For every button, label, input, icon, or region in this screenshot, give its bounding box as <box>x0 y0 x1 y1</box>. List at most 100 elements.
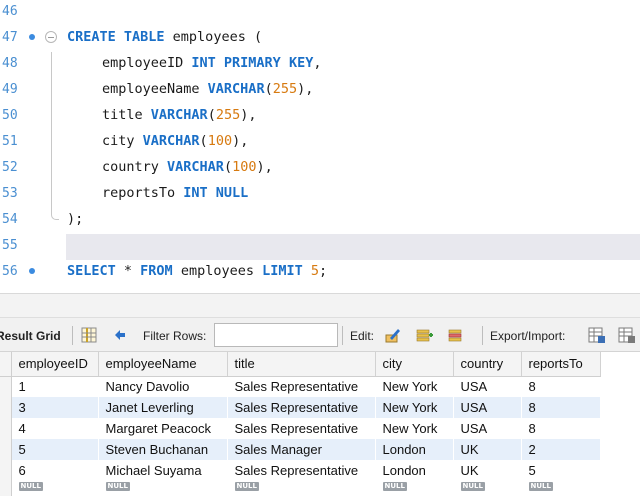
statement-marker-icon <box>29 268 35 274</box>
column-header-employeeName[interactable]: employeeName <box>98 352 228 377</box>
table-cell[interactable]: 3 <box>11 397 99 418</box>
editor-line[interactable]: 47 CREATE TABLE employees ( <box>0 26 640 52</box>
table-row[interactable]: 3 Janet Leverling Sales Representative New … <box>0 397 601 418</box>
table-row[interactable]: 5 Steven Buchanan Sales Manager London UK 2 <box>0 439 601 460</box>
column-header-employeeID[interactable]: employeeID <box>11 352 99 377</box>
result-grid-toolbar: Result Grid Filter Rows: Edit: Export/Im… <box>0 317 640 352</box>
column-header-country[interactable]: country <box>453 352 522 377</box>
editor-line[interactable]: 46 <box>0 0 640 26</box>
result-grid[interactable]: employeeID employeeName title city country re… <box>0 352 640 503</box>
toolbar-separator <box>482 326 483 345</box>
sql-text: country <box>102 159 168 175</box>
code-text: title VARCHAR(255), <box>102 107 256 123</box>
sql-keyword: FROM <box>140 263 173 279</box>
editor-line[interactable]: 51 city VARCHAR(100), <box>0 130 640 156</box>
table-cell[interactable]: Janet Leverling <box>98 397 228 418</box>
table-cell[interactable]: Sales Representative <box>227 376 376 397</box>
table-cell[interactable]: Margaret Peacock <box>98 418 228 439</box>
statement-marker-icon <box>29 34 35 40</box>
new-row-cell[interactable]: NULL <box>227 481 376 496</box>
line-number: 52 <box>2 160 18 175</box>
filter-rows-input[interactable] <box>214 323 338 347</box>
new-row-cell[interactable]: NULL <box>453 481 522 496</box>
new-row-cell[interactable]: NULL <box>375 481 454 496</box>
table-cell[interactable]: USA <box>453 376 522 397</box>
table-cell[interactable]: 6 <box>11 460 99 481</box>
table-cell[interactable]: London <box>375 439 454 460</box>
code-text: reportsTo INT NULL <box>102 185 248 201</box>
table-cell[interactable]: 8 <box>521 418 601 439</box>
row-header[interactable] <box>0 439 12 460</box>
line-number: 54 <box>2 212 18 227</box>
sql-keyword: SELECT <box>67 263 116 279</box>
table-cell[interactable]: New York <box>375 376 454 397</box>
refresh-icon[interactable] <box>112 326 130 344</box>
table-cell[interactable]: New York <box>375 418 454 439</box>
sql-text: city <box>102 133 143 149</box>
table-cell[interactable]: 8 <box>521 397 601 418</box>
new-row[interactable]: NULL NULL NULL NULL NULL NULL <box>0 481 601 496</box>
table-cell[interactable]: London <box>375 460 454 481</box>
row-header[interactable] <box>0 481 12 496</box>
null-badge: NULL <box>105 482 130 491</box>
delete-row-icon[interactable] <box>448 326 466 344</box>
column-header-reportsTo[interactable]: reportsTo <box>521 352 601 377</box>
import-icon[interactable] <box>618 326 636 344</box>
table-cell[interactable]: Sales Representative <box>227 460 376 481</box>
editor-line[interactable]: 53 reportsTo INT NULL <box>0 182 640 208</box>
sql-text: employeeName <box>102 81 208 97</box>
table-cell[interactable]: USA <box>453 418 522 439</box>
line-number: 48 <box>2 56 18 71</box>
editor-line[interactable]: 55 <box>0 234 640 260</box>
editor-line[interactable]: 56 SELECT * FROM employees LIMIT 5; <box>0 260 640 286</box>
new-row-cell[interactable]: NULL <box>521 481 601 496</box>
table-cell[interactable]: Sales Representative <box>227 418 376 439</box>
sql-text: ( <box>264 81 273 97</box>
row-header[interactable] <box>0 460 12 481</box>
row-header[interactable] <box>0 418 12 439</box>
row-header[interactable] <box>0 376 12 397</box>
export-icon[interactable] <box>588 326 606 344</box>
table-cell[interactable]: Nancy Davolio <box>98 376 228 397</box>
table-row[interactable]: 1 Nancy Davolio Sales Representative New Yo… <box>0 376 601 397</box>
fold-collapse-icon[interactable] <box>45 31 57 43</box>
table-cell[interactable]: Sales Representative <box>227 397 376 418</box>
table-cell[interactable]: USA <box>453 397 522 418</box>
edit-label: Edit: <box>350 328 375 343</box>
table-row[interactable]: 6 Michael Suyama Sales Representative Londo… <box>0 460 601 481</box>
panel-splitter[interactable] <box>0 293 640 317</box>
sql-editor[interactable]: 46 47 CREATE TABLE employees (48 employeeID… <box>0 0 640 293</box>
table-cell[interactable]: 8 <box>521 376 601 397</box>
editor-line[interactable]: 52 country VARCHAR(100), <box>0 156 640 182</box>
export-import-label: Export/Import: <box>490 328 566 343</box>
table-cell[interactable]: New York <box>375 397 454 418</box>
table-cell[interactable]: 5 <box>11 439 99 460</box>
column-header-title[interactable]: title <box>227 352 376 377</box>
table-cell[interactable]: 2 <box>521 439 601 460</box>
fold-guide <box>51 78 52 104</box>
table-row[interactable]: 4 Margaret Peacock Sales Representative New… <box>0 418 601 439</box>
new-row-cell[interactable]: NULL <box>98 481 228 496</box>
new-row-cell[interactable]: NULL <box>11 481 99 496</box>
editor-line[interactable]: 48 employeeID INT PRIMARY KEY, <box>0 52 640 78</box>
row-header-corner <box>0 352 12 377</box>
grid-layout-icon[interactable] <box>80 326 98 344</box>
editor-line[interactable]: 49 employeeName VARCHAR(255), <box>0 78 640 104</box>
table-cell[interactable]: Sales Manager <box>227 439 376 460</box>
table-cell[interactable]: Steven Buchanan <box>98 439 228 460</box>
row-header[interactable] <box>0 397 12 418</box>
table-cell[interactable]: Michael Suyama <box>98 460 228 481</box>
editor-line[interactable]: 50 title VARCHAR(255), <box>0 104 640 130</box>
add-row-icon[interactable] <box>416 326 434 344</box>
editor-line[interactable]: 54); <box>0 208 640 234</box>
table-cell[interactable]: 5 <box>521 460 601 481</box>
table-cell[interactable]: 1 <box>11 376 99 397</box>
edit-cell-icon[interactable] <box>384 326 402 344</box>
table-cell[interactable]: UK <box>453 439 522 460</box>
table-cell[interactable]: 4 <box>11 418 99 439</box>
sql-text: ( <box>199 133 208 149</box>
result-grid-tab[interactable]: Result Grid <box>0 318 61 353</box>
column-header-city[interactable]: city <box>375 352 454 377</box>
table-cell[interactable]: UK <box>453 460 522 481</box>
